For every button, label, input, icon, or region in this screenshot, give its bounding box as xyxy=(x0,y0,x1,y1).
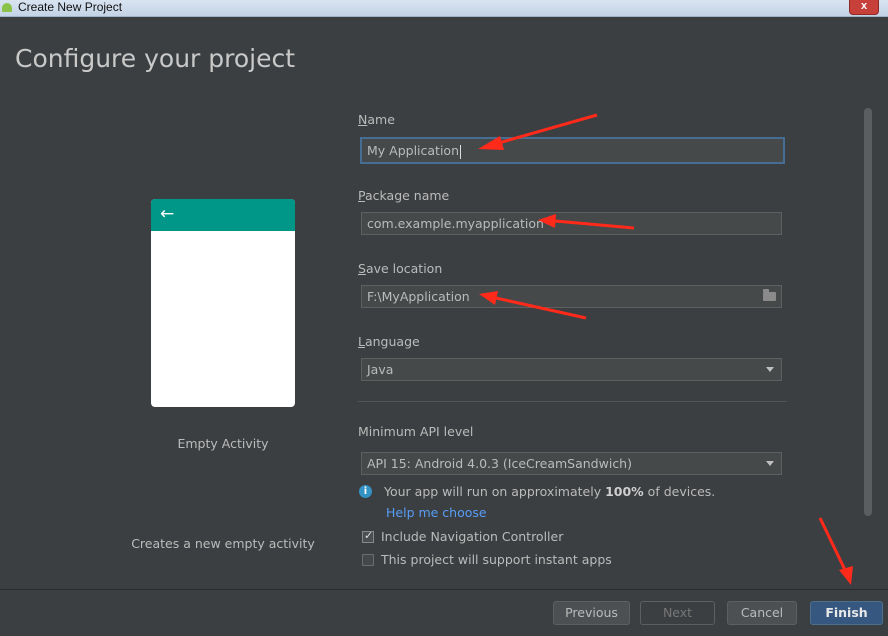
annotation-arrows xyxy=(478,113,853,585)
annotation-arrow-finish xyxy=(818,517,853,585)
annotation-arrow-package xyxy=(538,214,635,230)
annotation-arrow-save-location xyxy=(479,291,587,320)
annotation-arrow-name xyxy=(478,113,598,150)
